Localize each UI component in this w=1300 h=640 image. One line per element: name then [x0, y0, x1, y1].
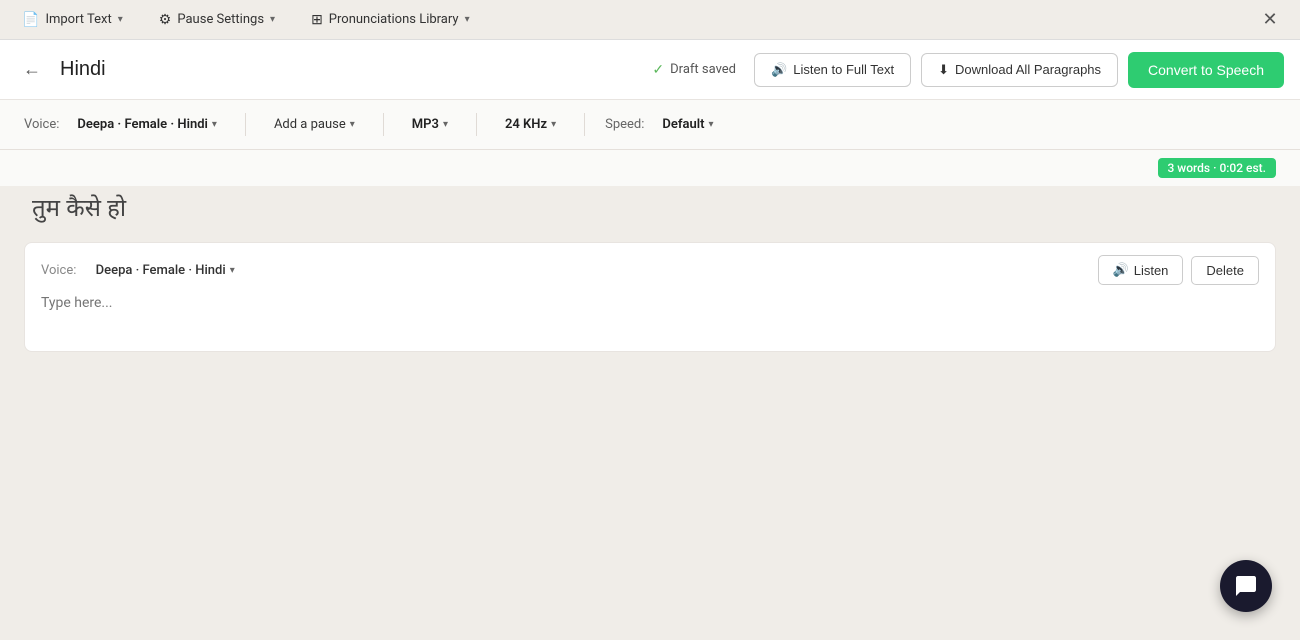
- close-button[interactable]: ✕: [1256, 6, 1284, 34]
- speed-group: Speed: Default ▾: [605, 113, 741, 136]
- speed-arrow: ▾: [708, 119, 713, 130]
- format-arrow: ▾: [443, 119, 448, 130]
- check-icon: ✓: [652, 62, 664, 78]
- word-count-bar: 3 words · 0:02 est.: [0, 150, 1300, 186]
- paragraph-voice: Voice: Deepa · Female · Hindi ▾: [41, 259, 243, 282]
- paragraph-voice-dropdown[interactable]: Deepa · Female · Hindi ▾: [88, 259, 243, 282]
- menu-bar: 📄 Import Text ▾ ⚙ Pause Settings ▾ ⊞ Pro…: [0, 0, 1300, 40]
- pause-group: Add a pause ▾: [266, 113, 384, 136]
- speed-value: Default: [662, 117, 704, 132]
- chat-fab-button[interactable]: [1220, 560, 1272, 612]
- delete-label: Delete: [1206, 263, 1244, 278]
- pronunciations-library-chevron: ▾: [465, 14, 470, 25]
- draft-saved-label: Draft saved: [670, 62, 736, 77]
- pause-settings-chevron: ▾: [270, 14, 275, 25]
- download-all-label: Download All Paragraphs: [955, 62, 1101, 77]
- word-count-badge: 3 words · 0:02 est.: [1158, 158, 1277, 178]
- listen-label: Listen: [1134, 263, 1169, 278]
- delete-button[interactable]: Delete: [1191, 256, 1259, 285]
- quality-value: 24 KHz: [505, 117, 547, 132]
- download-all-button[interactable]: ⬇ Download All Paragraphs: [921, 53, 1118, 87]
- import-text-chevron: ▾: [118, 14, 123, 25]
- listen-button[interactable]: 🔊 Listen: [1098, 255, 1184, 285]
- text-block: तुम कैसे हो Voice: Deepa · Female · Hind…: [0, 186, 1300, 368]
- gear-icon: ⚙: [159, 12, 172, 28]
- listen-full-text-label: Listen to Full Text: [793, 62, 894, 77]
- convert-label: Convert to Speech: [1148, 62, 1264, 78]
- add-pause-dropdown[interactable]: Add a pause ▾: [266, 113, 363, 136]
- convert-to-speech-button[interactable]: Convert to Speech: [1128, 52, 1284, 88]
- chat-icon: [1234, 574, 1258, 598]
- back-button[interactable]: ←: [16, 54, 48, 86]
- paragraph-voice-label: Voice:: [41, 263, 76, 278]
- pause-settings-label: Pause Settings: [177, 12, 264, 27]
- speed-dropdown[interactable]: Default ▾: [654, 113, 721, 136]
- import-text-menu[interactable]: 📄 Import Text ▾: [16, 8, 129, 32]
- title-input[interactable]: [60, 58, 632, 81]
- listen-icon: 🔊: [1113, 262, 1129, 278]
- pronunciations-library-menu[interactable]: ⊞ Pronunciations Library ▾: [305, 8, 476, 32]
- paragraph-textarea[interactable]: [41, 295, 1259, 335]
- quality-arrow: ▾: [551, 119, 556, 130]
- file-icon: 📄: [22, 12, 39, 28]
- main-text-display: तुम कैसे हो: [24, 194, 1276, 226]
- speed-label: Speed:: [605, 117, 644, 132]
- paragraph-header: Voice: Deepa · Female · Hindi ▾ 🔊 Listen…: [41, 255, 1259, 285]
- voice-group: Voice: Deepa · Female · Hindi ▾: [24, 113, 246, 136]
- add-pause-arrow: ▾: [350, 119, 355, 130]
- header-actions: ✓ Draft saved 🔊 Listen to Full Text ⬇ Do…: [644, 52, 1284, 88]
- close-icon: ✕: [1262, 9, 1277, 30]
- paragraph-block: Voice: Deepa · Female · Hindi ▾ 🔊 Listen…: [24, 242, 1276, 352]
- voice-value: Deepa · Female · Hindi: [77, 117, 207, 132]
- quality-group: 24 KHz ▾: [497, 113, 585, 136]
- format-group: MP3 ▾: [404, 113, 477, 136]
- voice-dropdown[interactable]: Deepa · Female · Hindi ▾: [69, 113, 225, 136]
- format-value: MP3: [412, 117, 439, 132]
- main-content: 3 words · 0:02 est. तुम कैसे हो Voice: D…: [0, 150, 1300, 640]
- menu-bar-left: 📄 Import Text ▾ ⚙ Pause Settings ▾ ⊞ Pro…: [16, 8, 476, 32]
- quality-dropdown[interactable]: 24 KHz ▾: [497, 113, 564, 136]
- voice-dropdown-arrow: ▾: [212, 119, 217, 130]
- header: ← ✓ Draft saved 🔊 Listen to Full Text ⬇ …: [0, 40, 1300, 100]
- draft-saved-status: ✓ Draft saved: [644, 62, 744, 78]
- format-dropdown[interactable]: MP3 ▾: [404, 113, 456, 136]
- add-pause-label: Add a pause: [274, 117, 346, 132]
- paragraph-voice-value: Deepa · Female · Hindi: [96, 263, 226, 278]
- toolbar: Voice: Deepa · Female · Hindi ▾ Add a pa…: [0, 100, 1300, 150]
- voice-label: Voice:: [24, 117, 59, 132]
- download-icon: ⬇: [938, 62, 949, 78]
- pause-settings-menu[interactable]: ⚙ Pause Settings ▾: [153, 8, 281, 32]
- volume-icon: 🔊: [771, 62, 787, 78]
- back-icon: ←: [23, 59, 41, 80]
- import-text-label: Import Text: [45, 12, 111, 27]
- pronunciations-library-label: Pronunciations Library: [329, 12, 459, 27]
- listen-full-text-button[interactable]: 🔊 Listen to Full Text: [754, 53, 911, 87]
- grid-icon: ⊞: [311, 12, 323, 28]
- paragraph-voice-arrow: ▾: [230, 265, 235, 276]
- paragraph-actions: 🔊 Listen Delete: [1098, 255, 1259, 285]
